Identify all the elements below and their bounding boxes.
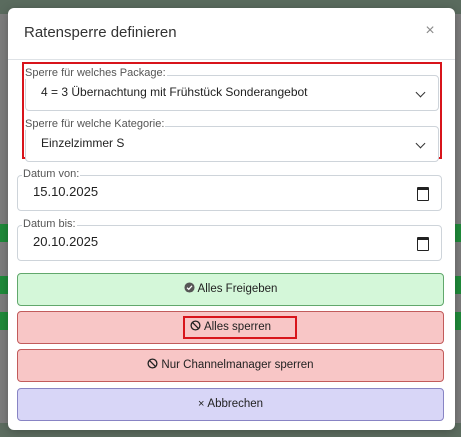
block-channelmanager-label: Nur Channelmanager sperren <box>161 359 314 371</box>
calendar-icon[interactable] <box>417 237 429 251</box>
date-to-value: 20.10.2025 <box>33 234 99 249</box>
package-label: Sperre für welches Package: <box>24 67 167 79</box>
category-select[interactable]: Einzelzimmer S <box>25 126 439 162</box>
category-label: Sperre für welche Kategorie: <box>24 118 166 130</box>
rate-lock-dialog: Ratensperre definieren × 4 = 3 Übernacht… <box>8 8 455 430</box>
ban-icon <box>190 320 201 331</box>
check-circle-icon <box>184 282 195 293</box>
close-icon: × <box>425 22 435 39</box>
category-select-value: Einzelzimmer S <box>41 136 125 150</box>
date-to-input[interactable]: 20.10.2025 <box>17 225 442 261</box>
chevron-down-icon <box>415 138 426 149</box>
cancel-button[interactable]: × Abbrechen <box>17 388 444 421</box>
calendar-icon[interactable] <box>417 187 429 201</box>
block-channelmanager-button[interactable]: Nur Channelmanager sperren <box>17 349 444 382</box>
dialog-header: Ratensperre definieren × <box>8 8 455 60</box>
date-from-input[interactable]: 15.10.2025 <box>17 175 442 211</box>
release-all-button[interactable]: Alles Freigeben <box>17 273 444 306</box>
ban-icon <box>147 358 158 369</box>
close-button[interactable]: × <box>420 21 440 41</box>
background-cell <box>0 276 8 294</box>
release-all-label: Alles Freigeben <box>197 283 278 295</box>
date-from-value: 15.10.2025 <box>33 184 99 199</box>
date-to-label: Datum bis: <box>22 218 77 230</box>
cancel-label: Abbrechen <box>207 398 264 410</box>
background-cell <box>0 312 8 330</box>
chevron-down-icon <box>415 87 426 98</box>
dialog-title: Ratensperre definieren <box>24 24 177 41</box>
package-select[interactable]: 4 = 3 Übernachtung mit Frühstück Sondera… <box>25 75 439 111</box>
x-icon: × <box>197 398 205 410</box>
block-all-label: Alles sperren <box>203 321 272 333</box>
package-select-value: 4 = 3 Übernachtung mit Frühstück Sondera… <box>41 85 308 99</box>
block-all-button[interactable]: Alles sperren <box>17 311 444 344</box>
background-cell <box>0 224 8 242</box>
date-from-label: Datum von: <box>22 168 81 180</box>
